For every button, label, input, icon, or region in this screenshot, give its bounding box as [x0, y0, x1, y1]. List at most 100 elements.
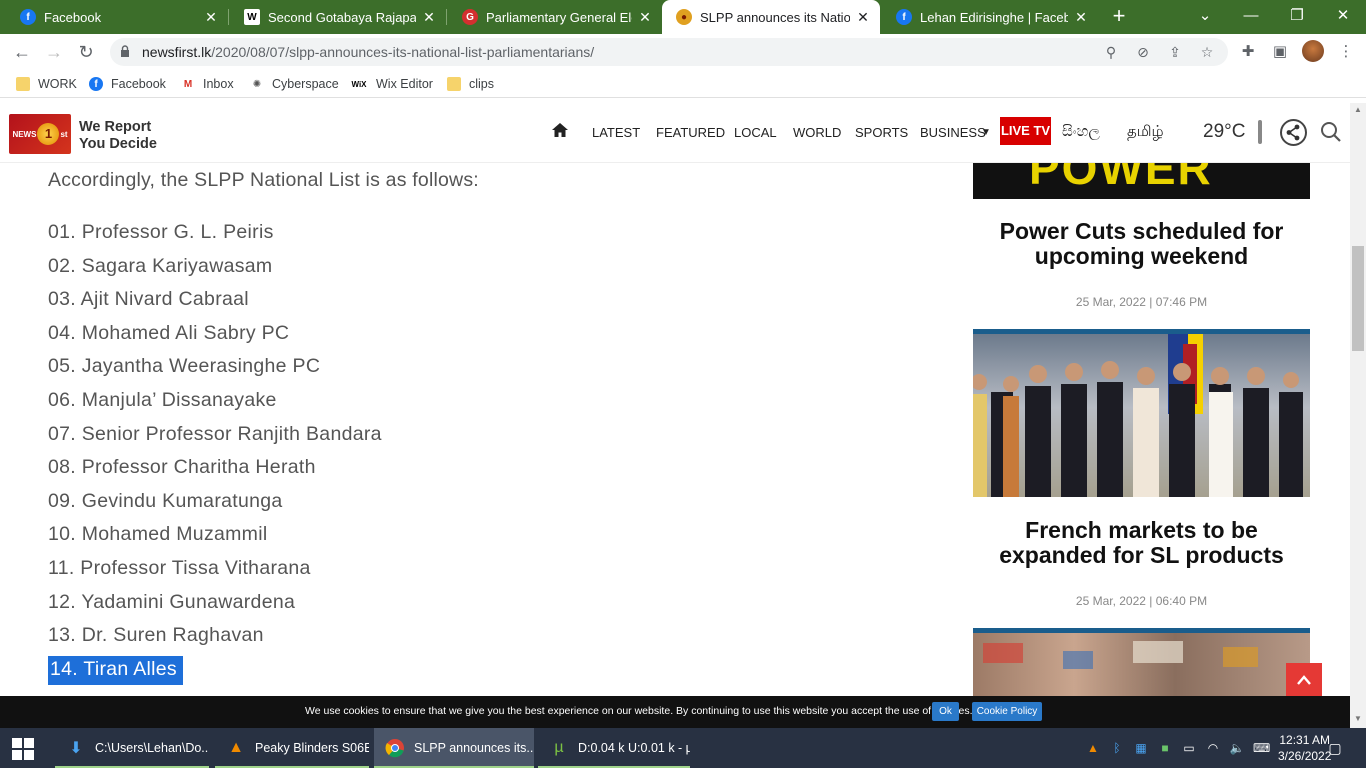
- home-icon[interactable]: [551, 122, 569, 138]
- close-tab-icon[interactable]: ✕: [636, 9, 654, 26]
- french-markets-image[interactable]: [973, 329, 1310, 497]
- taskbar-item-vlc[interactable]: ▲ Peaky Blinders S06E...: [215, 728, 369, 768]
- vlc-icon: ▲: [228, 739, 244, 756]
- cookie-ok-button[interactable]: Ok: [932, 702, 959, 721]
- back-to-top-button[interactable]: [1286, 663, 1322, 697]
- thermometer-icon: [1258, 120, 1262, 144]
- address-bar[interactable]: newsfirst.lk/2020/08/07/slpp-announces-i…: [110, 38, 1228, 66]
- list-item: 08. Professor Charitha Herath: [48, 456, 316, 479]
- tab-search-icon[interactable]: ⌄: [1182, 0, 1228, 34]
- nav-business[interactable]: BUSINESS: [920, 125, 986, 140]
- tab-election[interactable]: G Parliamentary General Electio ✕: [448, 0, 662, 34]
- zoom-icon[interactable]: ⚲: [1102, 43, 1120, 61]
- lock-icon: [121, 45, 129, 57]
- sidebar-date: 25 Mar, 2022 | 07:46 PM: [1075, 295, 1208, 309]
- bookmark-inbox[interactable]: M Inbox: [181, 75, 234, 93]
- bookmark-cyberspace[interactable]: ✺ Cyberspace: [250, 75, 339, 93]
- bluetooth-icon[interactable]: ᛒ: [1109, 740, 1125, 756]
- clock-date: 3/26/2022: [1278, 749, 1332, 763]
- restore-button[interactable]: ❐: [1274, 0, 1320, 34]
- keyboard-icon[interactable]: ⌨: [1253, 740, 1270, 756]
- nav-local[interactable]: LOCAL: [734, 125, 777, 140]
- list-item: 01. Professor G. L. Peiris: [48, 221, 274, 243]
- windows-start-icon[interactable]: [12, 738, 34, 760]
- battery-icon[interactable]: ▭: [1181, 740, 1197, 756]
- download-folder-icon: ⬇: [69, 740, 83, 757]
- street-photo: [983, 641, 1258, 669]
- url-path: /2020/08/07/slpp-announces-its-national-…: [211, 44, 595, 60]
- close-tab-icon[interactable]: ✕: [202, 9, 220, 26]
- taskbar-item-utorrent[interactable]: µ D:0.04 k U:0.01 k - µ...: [538, 728, 690, 768]
- forward-button[interactable]: →: [42, 41, 66, 65]
- scroll-up-arrow[interactable]: ▲: [1350, 103, 1366, 117]
- url-host: newsfirst.lk: [142, 44, 212, 60]
- facebook-icon: f: [896, 9, 912, 25]
- scroll-down-arrow[interactable]: ▼: [1350, 712, 1366, 726]
- list-item: 12. Yadamini Gunawardena: [48, 590, 296, 613]
- back-button[interactable]: ←: [10, 41, 34, 65]
- tab-wikipedia[interactable]: W Second Gotabaya Rajapaksa ✕: [230, 0, 446, 34]
- live-tv-button[interactable]: LIVE TV: [1000, 117, 1051, 145]
- browser-toolbar: ← → ↻ newsfirst.lk/2020/08/07/slpp-annou…: [0, 34, 1366, 70]
- power-cut-banner-text: POWER CUT: [1029, 163, 1213, 199]
- list-item: 11. Professor Tissa Vitharana: [48, 557, 311, 579]
- bookmark-clips[interactable]: clips: [447, 75, 494, 93]
- language-sinhala[interactable]: සිංහල: [1062, 123, 1100, 140]
- bookmark-work[interactable]: WORK: [16, 75, 77, 93]
- taskbar-label: D:0.04 k U:0.01 k - µ...: [578, 741, 690, 755]
- sidebar-headline[interactable]: French markets to be expanded for SL pro…: [973, 518, 1310, 568]
- newsfirst-logo[interactable]: NEWS 1st: [9, 114, 71, 154]
- side-panel-icon[interactable]: ▣: [1270, 42, 1290, 62]
- tab-slpp[interactable]: ● SLPP announces its National ✕: [662, 0, 880, 34]
- bookmark-facebook[interactable]: f Facebook: [89, 75, 166, 93]
- nav-latest[interactable]: LATEST: [592, 125, 640, 140]
- wifi-icon[interactable]: ◠: [1205, 740, 1221, 756]
- tab-title: Second Gotabaya Rajapaksa: [268, 9, 416, 25]
- nav-featured[interactable]: FEATURED: [656, 125, 725, 140]
- street-image[interactable]: [973, 628, 1310, 696]
- volume-icon[interactable]: 🔈: [1229, 740, 1245, 756]
- url-text: newsfirst.lk/2020/08/07/slpp-announces-i…: [142, 44, 594, 60]
- bookmark-label: Wix Editor: [376, 77, 433, 91]
- nav-world[interactable]: WORLD: [793, 125, 841, 140]
- vlc-tray-icon[interactable]: ▲: [1085, 740, 1101, 756]
- site-tagline: We Report You Decide: [79, 119, 157, 153]
- search-icon[interactable]: [1320, 121, 1342, 143]
- close-tab-icon[interactable]: ✕: [854, 9, 872, 26]
- tab-lehan-facebook[interactable]: f Lehan Edirisinghe | Facebook ✕: [882, 0, 1098, 34]
- tab-facebook[interactable]: f Facebook ✕: [6, 0, 228, 34]
- cookie-policy-button[interactable]: Cookie Policy: [972, 702, 1042, 721]
- share-network-icon[interactable]: [1280, 119, 1307, 146]
- bookmark-star-icon[interactable]: ☆: [1198, 43, 1216, 61]
- app-tray-icon-2[interactable]: ■: [1157, 740, 1173, 756]
- new-tab-button[interactable]: +: [1108, 5, 1130, 28]
- taskbar-item-chrome[interactable]: SLPP announces its...: [374, 728, 534, 768]
- close-tab-icon[interactable]: ✕: [1072, 9, 1090, 26]
- article-intro: Accordingly, the SLPP National List is a…: [48, 169, 479, 191]
- eye-off-icon[interactable]: ⊘: [1134, 43, 1152, 61]
- minimize-button[interactable]: —: [1228, 0, 1274, 34]
- page-scrollbar[interactable]: ▲ ▼: [1350, 103, 1366, 728]
- list-item: 06. Manjula’ Dissanayake: [48, 389, 277, 411]
- clock-time: 12:31 AM: [1279, 733, 1331, 747]
- share-icon[interactable]: ⇪: [1166, 43, 1184, 61]
- taskbar-label: SLPP announces its...: [414, 741, 534, 755]
- close-window-button[interactable]: ✕: [1320, 0, 1366, 34]
- scrollbar-thumb[interactable]: [1352, 246, 1364, 351]
- reload-button[interactable]: ↻: [74, 41, 98, 65]
- system-clock[interactable]: 12:31 AM 3/26/2022: [1278, 732, 1331, 764]
- extensions-icon[interactable]: ✚: [1238, 42, 1258, 62]
- menu-icon[interactable]: ⋮: [1336, 42, 1356, 62]
- taskbar-item-explorer[interactable]: ⬇ C:\Users\Lehan\Do...: [55, 728, 209, 768]
- notification-icon[interactable]: ▢: [1325, 740, 1345, 756]
- language-tamil[interactable]: தமிழ்: [1127, 123, 1164, 142]
- sidebar-headline[interactable]: Power Cuts scheduled for upcoming weeken…: [973, 219, 1310, 269]
- close-tab-icon[interactable]: ✕: [420, 9, 438, 26]
- cookie-banner: We use cookies to ensure that we give yo…: [0, 696, 1350, 728]
- profile-avatar[interactable]: [1302, 40, 1324, 62]
- nav-sports[interactable]: SPORTS: [855, 125, 908, 140]
- taskbar-label: Peaky Blinders S06E...: [255, 741, 369, 755]
- power-cut-image[interactable]: POWER CUT: [973, 163, 1310, 199]
- app-tray-icon[interactable]: ▦: [1133, 740, 1149, 756]
- bookmark-wix[interactable]: WiX Wix Editor: [350, 75, 433, 93]
